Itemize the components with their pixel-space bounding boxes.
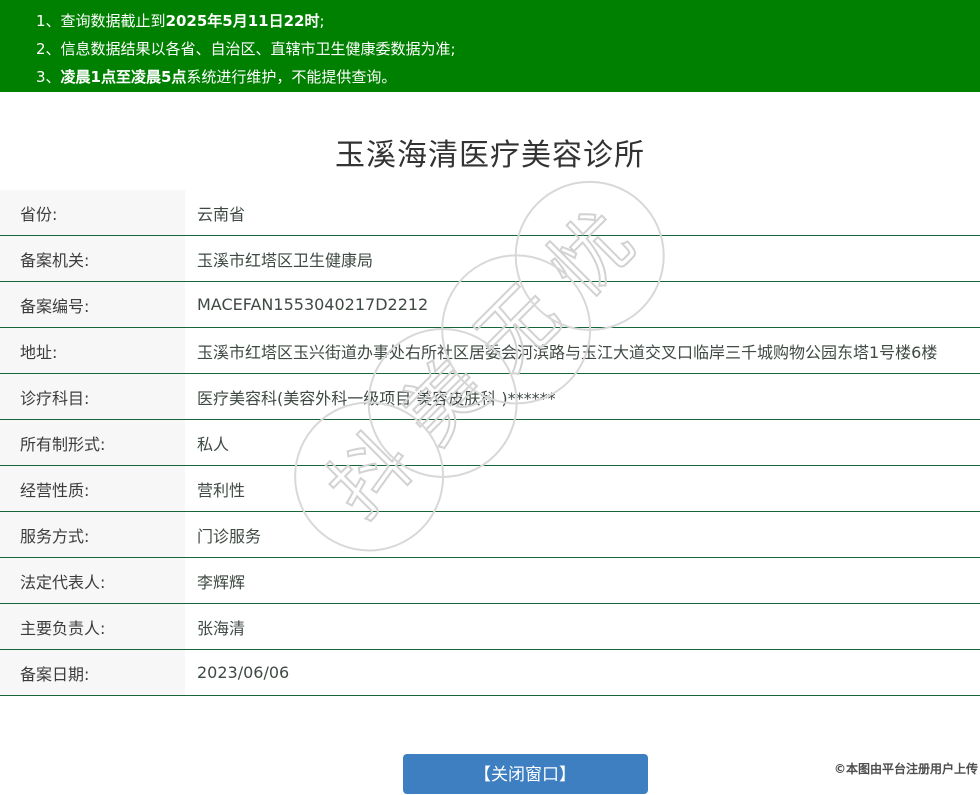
table-row-address: 地址: 玉溪市红塔区玉兴街道办事处右所社区居委会河滨路与玉江大道交叉口临岸三千城… <box>0 328 980 374</box>
field-label: 省份: <box>0 190 185 235</box>
field-value: 玉溪市红塔区卫生健康局 <box>197 250 374 270</box>
table-row-medical-subjects: 诊疗科目: 医疗美容科(美容外科一级项目 美容皮肤科 )****** <box>0 374 980 420</box>
notice-text: 系统进行维护，不能提供查询。 <box>186 68 397 86</box>
field-label: 所有制形式: <box>0 420 185 465</box>
field-value: 张海清 <box>197 618 246 638</box>
field-label: 备案编号: <box>0 282 185 327</box>
notice-text: 查询数据截止到 <box>60 12 166 30</box>
record-table: 省份: 云南省 备案机关: 玉溪市红塔区卫生健康局 备案编号: MACEFAN1… <box>0 190 980 696</box>
field-label: 经营性质: <box>0 466 185 511</box>
notice-item-2: 2、信息数据结果以各省、自治区、直辖市卫生健康委数据为准; <box>36 35 970 63</box>
field-label: 备案日期: <box>0 650 185 695</box>
copyright-note: ©本图由平台注册用户上传 <box>833 762 978 776</box>
field-label: 服务方式: <box>0 512 185 557</box>
field-value: 玉溪市红塔区玉兴街道办事处右所社区居委会河滨路与玉江大道交叉口临岸三千城购物公园… <box>197 342 938 362</box>
table-row-business-nature: 经营性质: 营利性 <box>0 466 980 512</box>
table-row-filing-number: 备案编号: MACEFAN1553040217D2212 <box>0 282 980 328</box>
field-value: 云南省 <box>197 204 246 224</box>
field-label: 法定代表人: <box>0 558 185 603</box>
notice-bold-text: 凌晨1点至凌晨5点 <box>60 68 187 86</box>
field-value: MACEFAN1553040217D2212 <box>197 295 429 314</box>
field-value: 营利性 <box>197 480 246 500</box>
field-value: 2023/06/06 <box>197 663 290 682</box>
field-label: 地址: <box>0 328 185 373</box>
notice-item-1: 1、查询数据截止到2025年5月11日22时; <box>36 7 970 35</box>
notice-bold-text: 2025年5月11日22时 <box>165 12 320 30</box>
close-window-button[interactable]: 【关闭窗口】 <box>402 754 648 794</box>
table-row-filing-authority: 备案机关: 玉溪市红塔区卫生健康局 <box>0 236 980 282</box>
notice-number: 1、 <box>36 12 61 30</box>
table-row-filing-date: 备案日期: 2023/06/06 <box>0 650 980 696</box>
notice-text: 信息数据结果以各省、自治区、直辖市卫生健康委数据为准; <box>60 40 456 58</box>
field-label: 备案机关: <box>0 236 185 281</box>
notice-number: 3、 <box>36 68 61 86</box>
field-value: 私人 <box>197 434 230 454</box>
field-label: 主要负责人: <box>0 604 185 649</box>
table-row-ownership: 所有制形式: 私人 <box>0 420 980 466</box>
table-row-province: 省份: 云南省 <box>0 190 980 236</box>
notice-banner: 1、查询数据截止到2025年5月11日22时; 2、信息数据结果以各省、自治区、… <box>0 0 980 92</box>
page-title: 玉溪海清医疗美容诊所 <box>335 138 645 173</box>
field-value: 医疗美容科(美容外科一级项目 美容皮肤科 )****** <box>197 388 556 408</box>
table-row-principal: 主要负责人: 张海清 <box>0 604 980 650</box>
field-label: 诊疗科目: <box>0 374 185 419</box>
notice-item-3: 3、凌晨1点至凌晨5点系统进行维护，不能提供查询。 <box>36 63 970 91</box>
field-value: 李辉辉 <box>197 572 246 592</box>
field-value: 门诊服务 <box>197 526 262 546</box>
notice-number: 2、 <box>36 40 61 58</box>
table-row-service-mode: 服务方式: 门诊服务 <box>0 512 980 558</box>
table-row-legal-representative: 法定代表人: 李辉辉 <box>0 558 980 604</box>
notice-text: ; <box>319 12 325 30</box>
